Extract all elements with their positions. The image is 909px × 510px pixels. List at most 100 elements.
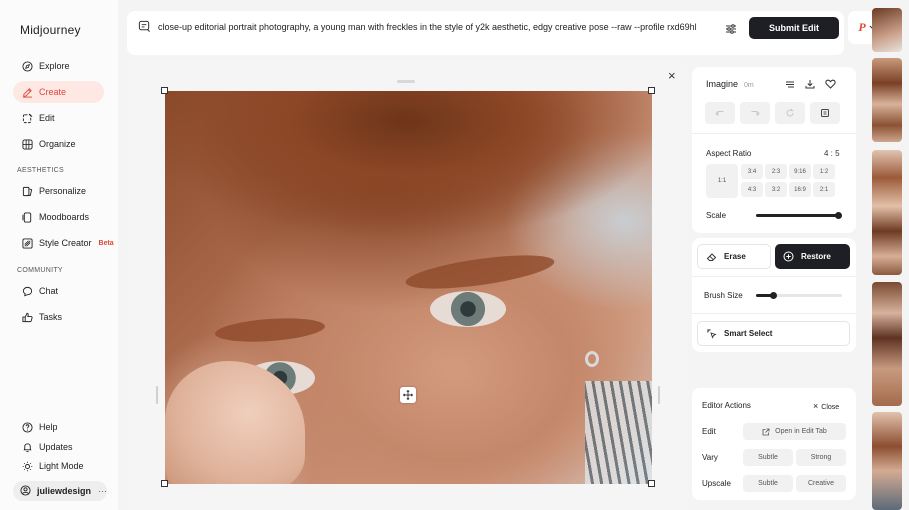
scale-slider-knob[interactable] [834,212,842,219]
aspect-ratio-option[interactable]: 3:2 [765,182,787,197]
close-editor-icon[interactable]: × [668,68,676,83]
vary-strong-button[interactable]: Strong [796,449,846,466]
history-thumbnail[interactable] [872,412,902,510]
sidebar-item-label: Moodboards [39,212,90,222]
smart-select-label: Smart Select [724,329,773,338]
left-resize-grip[interactable] [156,386,158,404]
upscale-creative-button[interactable]: Creative [796,475,846,492]
list-icon[interactable] [785,80,795,92]
eyebrow [403,248,557,296]
sidebar-item-tasks[interactable]: Tasks [13,306,104,328]
user-menu[interactable]: juliewdesign ··· [13,481,107,501]
aspect-ratio-value: 4 : 5 [824,149,840,158]
crop-handle-bottom-right[interactable] [648,480,655,487]
crop-handle-top-left[interactable] [161,87,168,94]
open-in-edit-tab-button[interactable]: Open in Edit Tab [743,423,846,440]
imagine-label: Imagine [706,79,739,89]
eye [430,291,506,327]
smart-select-button[interactable]: Smart Select [697,321,850,346]
prompt-bar: close-up editorial portrait photography,… [127,11,844,55]
vary-subtle-button[interactable]: Subtle [743,449,793,466]
brush-size-label: Brush Size [704,291,743,300]
sun-icon [21,460,33,472]
aspect-ratio-option[interactable]: 3:4 [741,164,763,179]
sidebar-item-organize[interactable]: Organize [13,133,104,155]
restore-button[interactable]: Restore [775,244,850,269]
editor-actions-close-button[interactable]: × Close [813,401,839,411]
sidebar-item-label: Style Creator [39,238,92,248]
profile-initial: P [858,20,866,34]
username: juliewdesign [36,486,91,496]
history-thumbnail[interactable] [872,8,902,52]
sidebar-item-moodboards[interactable]: Moodboards [13,206,104,228]
reset-button[interactable] [775,102,805,124]
sidebar-item-help[interactable]: Help [13,416,104,438]
history-thumbnail[interactable] [872,150,902,275]
divider [692,276,856,277]
copy-button[interactable] [810,102,840,124]
sidebar-item-create[interactable]: Create [13,81,104,103]
shirt-region [585,381,652,484]
earring [585,351,599,367]
divider [692,313,856,314]
download-icon[interactable] [805,79,815,92]
submit-edit-button[interactable]: Submit Edit [749,17,839,39]
divider [692,133,856,134]
close-icon: × [813,401,819,411]
aspect-ratio-option[interactable]: 4:3 [741,182,763,197]
erase-button[interactable]: Erase [697,244,771,269]
sidebar-item-personalize[interactable]: Personalize [13,180,104,202]
bell-icon [21,441,33,453]
brush-icon [21,86,33,98]
move-icon[interactable] [400,387,416,403]
more-options-icon[interactable]: ··· [98,486,107,496]
redo-icon [751,111,760,116]
erase-label: Erase [724,252,746,261]
heart-icon[interactable] [825,79,836,92]
redo-button[interactable] [740,102,770,124]
chat-icon [21,285,33,297]
app-logo[interactable]: Midjourney [20,23,81,37]
prompt-edit-icon [138,20,151,36]
sidebar-item-explore[interactable]: Explore [13,55,104,77]
aspect-ratio-option[interactable]: 2:1 [813,182,835,197]
copy-icon [821,109,829,117]
sidebar-item-style-creator[interactable]: Style Creator Beta [13,232,117,254]
imagine-title: Imagine 0m [706,79,754,89]
sidebar-item-chat[interactable]: Chat [13,280,104,302]
sidebar-item-edit[interactable]: Edit [13,107,104,129]
edit-row-label: Edit [702,427,716,436]
crop-handle-top-right[interactable] [648,87,655,94]
aspect-ratio-1-1[interactable]: 1:1 [706,164,738,198]
canvas-drag-handle[interactable] [397,80,415,83]
scale-label: Scale [706,211,727,220]
compass-icon [21,60,33,72]
right-resize-grip[interactable] [658,386,660,404]
upscale-subtle-button[interactable]: Subtle [743,475,793,492]
restore-icon [783,251,794,262]
aspect-ratio-option[interactable]: 9:16 [789,164,811,179]
eraser-icon [706,252,717,262]
close-label: Close [821,404,840,411]
portrait-image[interactable] [165,91,652,484]
hair-region [165,91,652,251]
aesthetics-section-label: AESTHETICS [17,167,64,174]
sidebar-item-label: Light Mode [39,461,84,471]
aspect-ratio-option[interactable]: 2:3 [765,164,787,179]
prompt-input[interactable]: close-up editorial portrait photography,… [158,20,713,34]
aspect-ratio-option[interactable]: 16:9 [789,182,811,197]
brush-size-slider-knob[interactable] [769,292,777,299]
user-icon [20,485,32,497]
vary-row-label: Vary [702,453,718,462]
sidebar-item-label: Create [39,87,67,97]
undo-button[interactable] [705,102,735,124]
external-link-icon [762,428,770,436]
sidebar-item-label: Personalize [39,186,87,196]
history-thumbnail[interactable] [872,58,902,142]
crop-handle-bottom-left[interactable] [161,480,168,487]
sidebar-item-light-mode[interactable]: Light Mode [13,455,104,477]
aspect-ratio-option[interactable]: 1:2 [813,164,835,179]
history-thumbnail[interactable] [872,282,902,406]
sidebar-item-label: Explore [39,61,70,71]
settings-sliders-icon[interactable] [725,23,737,38]
